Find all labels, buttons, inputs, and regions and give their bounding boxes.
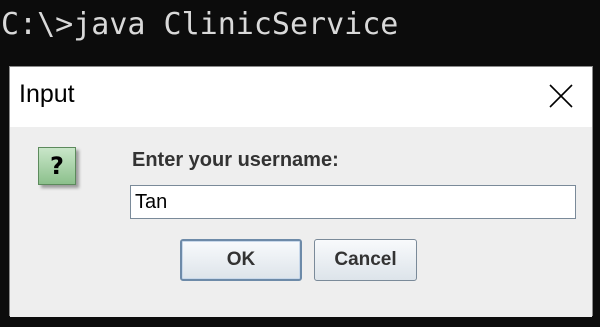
- console-command-line: C:\>java ClinicService: [0, 0, 600, 52]
- dialog-titlebar[interactable]: Input: [10, 67, 592, 127]
- dialog-title: Input: [19, 80, 75, 108]
- question-icon: ?: [38, 147, 76, 185]
- username-prompt-label: Enter your username:: [132, 149, 339, 171]
- input-dialog: Input ? Enter your username: OK Cancel: [9, 66, 593, 317]
- close-button[interactable]: [542, 77, 580, 115]
- dialog-content: ? Enter your username: OK Cancel: [10, 127, 592, 317]
- cancel-button[interactable]: Cancel: [314, 239, 417, 281]
- close-icon: [549, 84, 573, 108]
- username-input[interactable]: [130, 185, 576, 219]
- ok-button[interactable]: OK: [180, 239, 302, 281]
